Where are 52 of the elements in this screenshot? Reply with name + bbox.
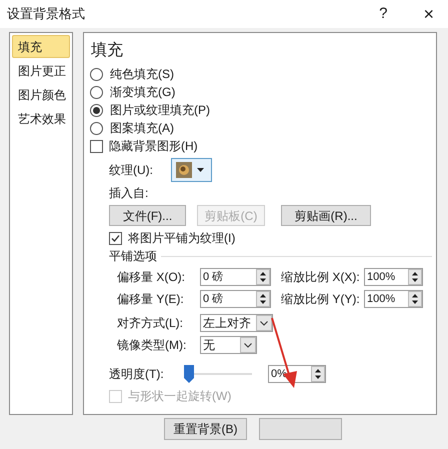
dropdown[interactable]: 左上对齐: [200, 314, 273, 332]
field-label: 缩放比例 X(X):: [280, 269, 361, 286]
nav-item[interactable]: 图片颜色: [12, 83, 70, 106]
spin-field[interactable]: 0 磅: [200, 290, 271, 308]
radio-button[interactable]: [90, 104, 103, 116]
radio-button[interactable]: [90, 68, 103, 80]
chevron-down-icon[interactable]: [256, 315, 272, 331]
radio-button[interactable]: [90, 86, 103, 98]
section-label: 插入自:: [109, 185, 150, 202]
field-label: 透明度(T):: [109, 366, 165, 383]
spinner-arrows-icon[interactable]: [311, 366, 325, 382]
texture-dropdown[interactable]: [171, 158, 212, 182]
spinner-arrows-icon[interactable]: [256, 269, 270, 285]
nav-item[interactable]: 图片更正: [12, 59, 70, 82]
field-label: 偏移量 X(O):: [117, 269, 186, 286]
field-label: 纹理(U):: [109, 162, 153, 179]
dropdown[interactable]: 无: [200, 336, 257, 354]
spin-field[interactable]: 100%: [364, 290, 423, 308]
slider-thumb[interactable]: [184, 365, 194, 383]
checkbox-label: 隐藏背景图形(H): [109, 138, 198, 155]
insert-button[interactable]: 剪贴画(R)...: [281, 205, 371, 226]
spin-field[interactable]: 0 磅: [200, 268, 271, 286]
group-title: 平铺选项: [109, 248, 157, 265]
chevron-down-icon[interactable]: [240, 337, 256, 353]
checkbox[interactable]: [90, 140, 103, 152]
field-label: 对齐方式(L):: [117, 315, 184, 332]
radio-label: 图片或纹理填充(P): [110, 102, 210, 119]
window-title: 设置背景格式: [7, 5, 85, 24]
spinner-arrows-icon[interactable]: [256, 291, 270, 307]
close-button[interactable]: ×: [423, 0, 434, 28]
field-label: 偏移量 Y(E):: [117, 291, 185, 308]
slider[interactable]: [184, 365, 252, 383]
spinner-arrows-icon[interactable]: [408, 269, 422, 285]
checkbox[interactable]: [109, 232, 122, 244]
help-button[interactable]: ?: [379, 2, 388, 26]
nav-item[interactable]: 艺术效果: [12, 107, 70, 130]
spinner-arrows-icon[interactable]: [408, 291, 422, 307]
caret-icon: [197, 168, 204, 172]
radio-label: 图案填充(A): [110, 120, 174, 137]
field-label: 镜像类型(M):: [117, 337, 188, 354]
insert-button[interactable]: 文件(F)...: [109, 205, 186, 226]
field-label: 缩放比例 Y(Y):: [280, 291, 361, 308]
section-title: 填充: [90, 40, 124, 61]
checkbox-label: 与形状一起旋转(W): [128, 388, 232, 405]
texture-swatch-icon: [176, 162, 192, 178]
reset-background-button[interactable]: 重置背景(B): [164, 418, 247, 440]
radio-label: 纯色填充(S): [110, 66, 174, 83]
radio-label: 渐变填充(G): [110, 84, 176, 101]
checkbox-label: 将图片平铺为纹理(I): [128, 230, 236, 247]
nav-item[interactable]: 填充: [12, 35, 70, 58]
radio-button[interactable]: [90, 122, 103, 134]
spin-field[interactable]: 100%: [364, 268, 423, 286]
